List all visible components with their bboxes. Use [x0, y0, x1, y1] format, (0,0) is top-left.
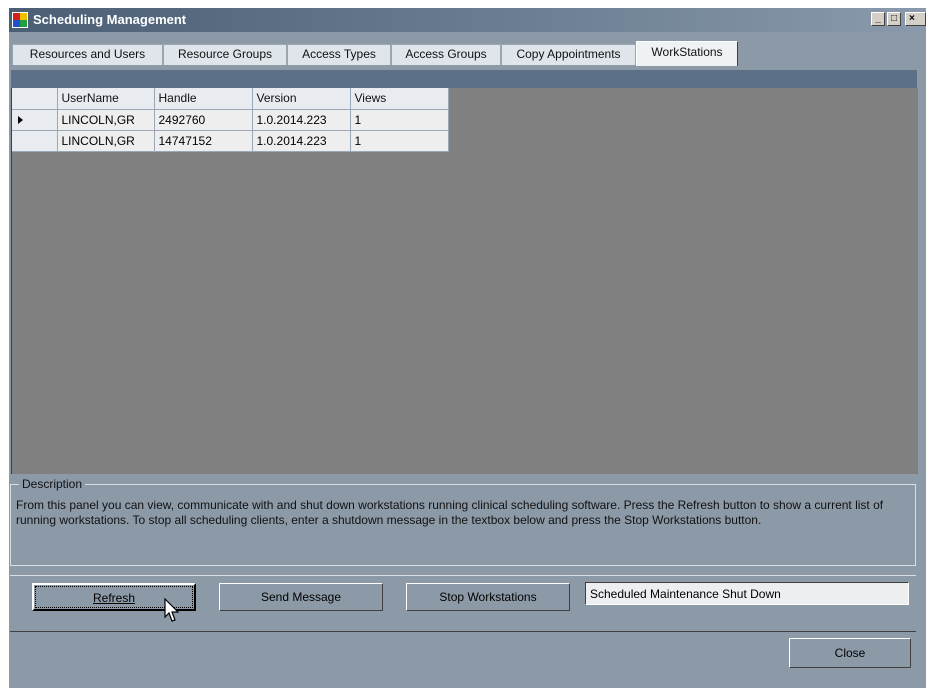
- stop-workstations-button[interactable]: Stop Workstations: [406, 583, 570, 611]
- app-icon: [12, 12, 28, 28]
- cell-username[interactable]: LINCOLN,GR: [57, 130, 155, 152]
- cell-version[interactable]: 1.0.2014.223: [252, 130, 351, 152]
- grid-caption-bar: [11, 70, 917, 88]
- tab-label: Access Groups: [405, 47, 487, 61]
- table-header-row: UserName Handle Version Views: [12, 88, 449, 110]
- send-message-button[interactable]: Send Message: [219, 583, 383, 611]
- description-legend: Description: [19, 477, 86, 491]
- send-message-button-label: Send Message: [260, 590, 342, 604]
- cell-version[interactable]: 1.0.2014.223: [252, 109, 351, 131]
- tab-label: Access Types: [302, 47, 376, 61]
- row-selector-arrow-icon: [18, 115, 23, 124]
- shutdown-message-input[interactable]: [585, 582, 909, 605]
- tab-label: Copy Appointments: [516, 47, 621, 61]
- row-header-corner: [12, 88, 58, 110]
- column-header-views[interactable]: Views: [350, 88, 449, 110]
- cell-handle[interactable]: 14747152: [154, 130, 253, 152]
- title-bar[interactable]: Scheduling Management _ □ ×: [9, 8, 926, 32]
- workstations-table: UserName Handle Version Views LINCOLN,GR…: [12, 88, 449, 152]
- tab-label: WorkStations: [651, 45, 723, 59]
- cell-handle[interactable]: 2492760: [154, 109, 253, 131]
- close-button[interactable]: Close: [789, 638, 911, 668]
- table-row[interactable]: LINCOLN,GR 14747152 1.0.2014.223 1: [12, 130, 449, 152]
- tab-resources-and-users[interactable]: Resources and Users: [12, 44, 163, 65]
- table-row[interactable]: LINCOLN,GR 2492760 1.0.2014.223 1: [12, 109, 449, 131]
- description-text: From this panel you can view, communicat…: [16, 498, 884, 527]
- tab-access-types[interactable]: Access Types: [287, 44, 391, 65]
- stop-workstations-button-label: Stop Workstations: [439, 590, 537, 604]
- minimize-button[interactable]: _: [871, 12, 885, 26]
- tab-workstations[interactable]: WorkStations: [636, 41, 738, 66]
- refresh-button-label: Refresh: [92, 591, 136, 605]
- workstations-grid[interactable]: UserName Handle Version Views LINCOLN,GR…: [11, 88, 918, 474]
- close-button-label: Close: [834, 646, 866, 660]
- cell-username[interactable]: LINCOLN,GR: [57, 109, 155, 131]
- cell-views[interactable]: 1: [350, 130, 449, 152]
- tab-label: Resources and Users: [29, 47, 146, 61]
- row-selector[interactable]: [12, 130, 58, 152]
- mouse-pointer-icon: [164, 598, 180, 622]
- tab-resource-groups[interactable]: Resource Groups: [163, 44, 287, 65]
- cell-views[interactable]: 1: [350, 109, 449, 131]
- tab-copy-appointments[interactable]: Copy Appointments: [501, 44, 636, 65]
- tab-label: Resource Groups: [177, 47, 273, 61]
- window-title: Scheduling Management: [33, 12, 187, 27]
- column-header-version[interactable]: Version: [252, 88, 351, 110]
- column-header-username[interactable]: UserName: [57, 88, 155, 110]
- close-window-button[interactable]: ×: [905, 12, 926, 26]
- maximize-button[interactable]: □: [887, 12, 901, 26]
- column-header-handle[interactable]: Handle: [154, 88, 253, 110]
- row-selector[interactable]: [12, 109, 58, 131]
- tab-access-groups[interactable]: Access Groups: [391, 44, 501, 65]
